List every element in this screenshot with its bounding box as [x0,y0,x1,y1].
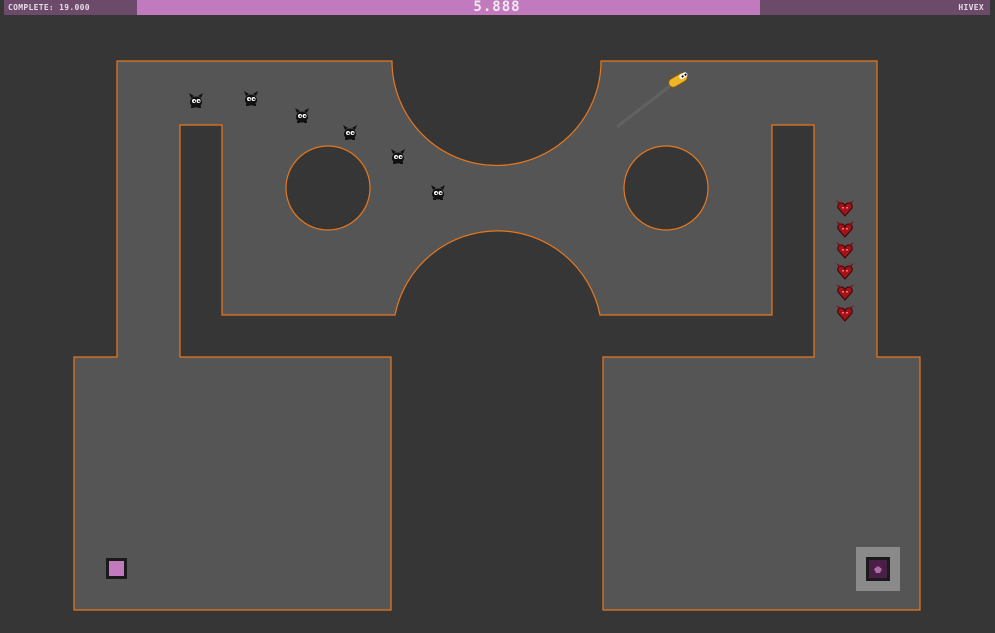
level-map [73,60,921,611]
exit-portal-icon[interactable] [856,547,900,591]
pink-square-pad-icon [106,558,127,579]
level-floor [73,60,921,611]
